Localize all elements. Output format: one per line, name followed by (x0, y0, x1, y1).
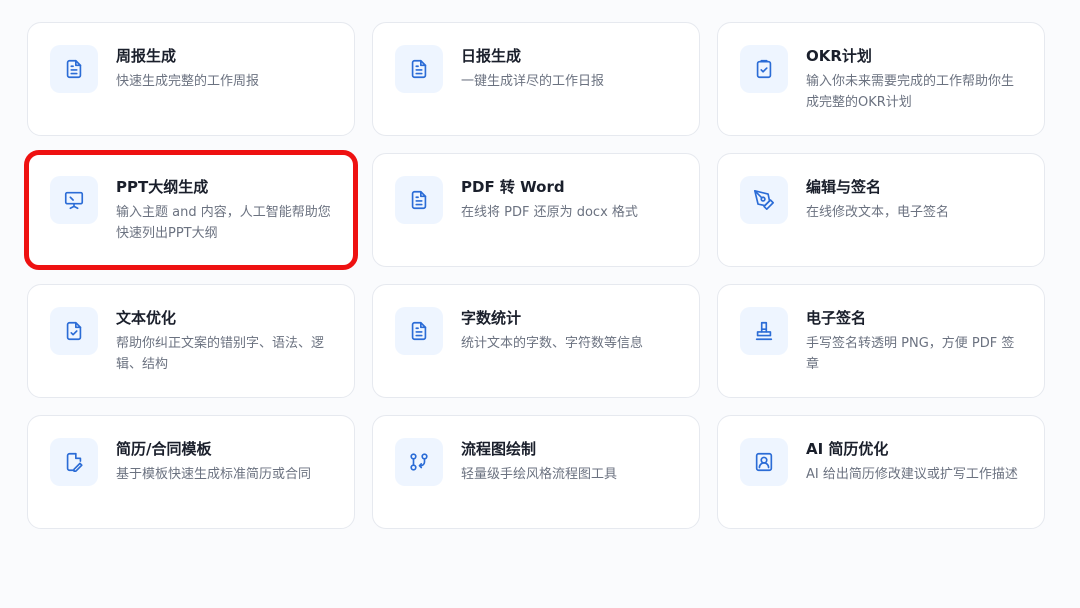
card-okr-plan[interactable]: OKR计划 输入你未来需要完成的工作帮助你生成完整的OKR计划 (717, 22, 1045, 136)
card-description: 手写签名转透明 PNG，方便 PDF 签章 (806, 336, 1015, 372)
card-edit-and-sign[interactable]: 编辑与签名 在线修改文本，电子签名 (717, 153, 1045, 267)
document-icon (50, 45, 98, 93)
card-title: PDF 转 Word (461, 178, 565, 196)
card-description: AI 给出简历修改建议或扩写工作描述 (806, 467, 1018, 482)
presentation-icon (50, 176, 98, 224)
card-title: 周报生成 (116, 47, 177, 65)
card-title: 简历/合同模板 (116, 440, 212, 458)
card-resume-contract-template[interactable]: 简历/合同模板 基于模板快速生成标准简历或合同 (27, 415, 355, 529)
card-description: 快速生成完整的工作周报 (116, 74, 260, 89)
tool-grid: 周报生成 快速生成完整的工作周报 日报生成 一键生成详尽的工作日报 OKR计划 … (24, 22, 1045, 529)
card-title: 字数统计 (461, 309, 522, 327)
document-check-icon (50, 307, 98, 355)
user-portrait-icon (740, 438, 788, 486)
card-description: 统计文本的字数、字符数等信息 (461, 336, 644, 351)
card-daily-report[interactable]: 日报生成 一键生成详尽的工作日报 (372, 22, 700, 136)
card-description: 在线将 PDF 还原为 docx 格式 (461, 205, 638, 220)
card-ppt-outline[interactable]: PPT大纲生成 输入主题 and 内容，人工智能帮助您快速列出PPT大纲 (24, 150, 358, 270)
card-pdf-to-word[interactable]: PDF 转 Word 在线将 PDF 还原为 docx 格式 (372, 153, 700, 267)
card-e-signature[interactable]: 电子签名 手写签名转透明 PNG，方便 PDF 签章 (717, 284, 1045, 398)
document-icon (395, 176, 443, 224)
card-title: 流程图绘制 (461, 440, 537, 458)
stamp-icon (740, 307, 788, 355)
card-title: 文本优化 (116, 309, 177, 327)
card-description: 输入主题 and 内容，人工智能帮助您快速列出PPT大纲 (116, 205, 331, 241)
card-description: 轻量级手绘风格流程图工具 (461, 467, 618, 482)
card-description: 基于模板快速生成标准简历或合同 (116, 467, 312, 482)
card-word-count[interactable]: 字数统计 统计文本的字数、字符数等信息 (372, 284, 700, 398)
flow-nodes-icon (395, 438, 443, 486)
card-text-optimize[interactable]: 文本优化 帮助你纠正文案的错别字、语法、逻辑、结构 (27, 284, 355, 398)
card-description: 输入你未来需要完成的工作帮助你生成完整的OKR计划 (806, 74, 1015, 110)
card-title: 日报生成 (461, 47, 522, 65)
card-description: 在线修改文本，电子签名 (806, 205, 950, 220)
card-description: 一键生成详尽的工作日报 (461, 74, 605, 89)
card-title: 电子签名 (806, 309, 867, 327)
card-title: OKR计划 (806, 47, 872, 65)
card-title: AI 简历优化 (806, 440, 889, 458)
card-title: PPT大纲生成 (116, 178, 209, 196)
document-icon (395, 307, 443, 355)
card-flowchart[interactable]: 流程图绘制 轻量级手绘风格流程图工具 (372, 415, 700, 529)
card-title: 编辑与签名 (806, 178, 882, 196)
card-weekly-report[interactable]: 周报生成 快速生成完整的工作周报 (27, 22, 355, 136)
card-ai-resume-optimize[interactable]: AI 简历优化 AI 给出简历修改建议或扩写工作描述 (717, 415, 1045, 529)
document-edit-icon (50, 438, 98, 486)
clipboard-check-icon (740, 45, 788, 93)
document-icon (395, 45, 443, 93)
pen-nib-icon (740, 176, 788, 224)
card-description: 帮助你纠正文案的错别字、语法、逻辑、结构 (116, 336, 325, 372)
